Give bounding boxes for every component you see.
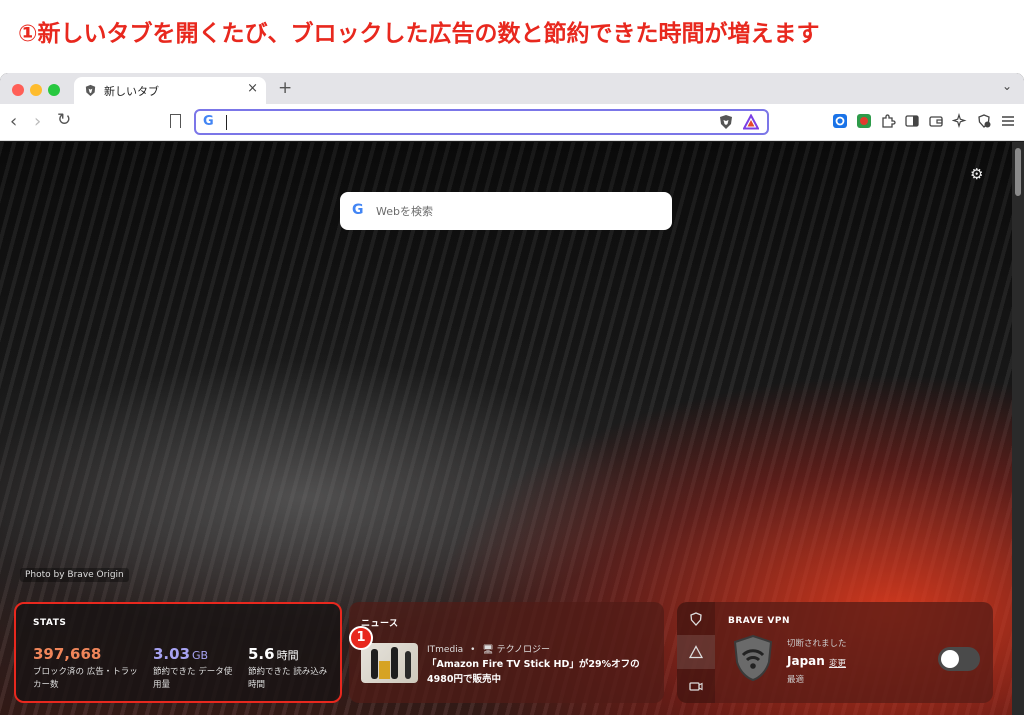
stat-label: 節約できた 読み込み時間 xyxy=(248,667,328,690)
address-bar[interactable]: G xyxy=(194,109,769,135)
bookmark-icon[interactable] xyxy=(170,114,181,128)
stat-value: 5.6 xyxy=(248,645,275,663)
stats-widget: STATS 397,668 ブロック済の 広告・トラッカー数 3.03 GB 節約… xyxy=(14,602,342,703)
stat-value: 397,668 xyxy=(33,645,102,663)
news-thumbnail[interactable] xyxy=(361,643,418,683)
news-category: テクノロジー xyxy=(496,645,551,655)
brave-rewards-icon[interactable] xyxy=(743,114,759,130)
minimize-window-button[interactable] xyxy=(30,84,42,96)
vpn-toggle[interactable] xyxy=(938,647,980,671)
scrollbar[interactable] xyxy=(1012,142,1024,715)
back-button[interactable]: ‹ xyxy=(10,111,17,132)
remote-shape xyxy=(405,651,411,679)
toolbar: ‹ › ↻ G xyxy=(0,104,1024,141)
scroll-thumb[interactable] xyxy=(1015,148,1021,196)
toggle-knob xyxy=(941,650,959,668)
puzzle-icon[interactable] xyxy=(880,113,896,129)
stat-value: 3.03 xyxy=(153,645,191,663)
chevron-down-icon[interactable]: ⌄ xyxy=(1002,79,1012,93)
vpn-wifi-shield-icon xyxy=(733,634,773,682)
remote-shape xyxy=(371,649,378,679)
news-source: ITmedia xyxy=(427,645,464,655)
browser-window: 新しいタブ × + ⌄ ‹ › ↻ G ⚙ G Webを検索 Photo by … xyxy=(0,73,1024,715)
google-icon: G xyxy=(203,114,214,129)
news-widget[interactable]: ニュース 1 ITmedia • 🖥 テクノロジー 「Amazon Fire T… xyxy=(349,602,664,703)
tab-title: 新しいタブ xyxy=(104,85,159,98)
rewards-triangle-icon[interactable] xyxy=(689,645,703,659)
stat-unit: 時間 xyxy=(276,649,299,662)
remote-shape xyxy=(391,647,398,679)
tab-new-tab[interactable]: 新しいタブ × xyxy=(74,77,266,104)
new-tab-page: ⚙ G Photo by Brave Origin STATS 397,668 … xyxy=(0,142,1012,715)
leo-sparkle-icon[interactable] xyxy=(952,113,968,129)
search-input[interactable] xyxy=(376,200,656,222)
maximize-window-button[interactable] xyxy=(48,84,60,96)
reload-button[interactable]: ↻ xyxy=(57,110,71,130)
stat-unit: GB xyxy=(192,649,209,662)
stat-time-saved: 5.6 時間 節約できた 読み込み時間 xyxy=(248,644,334,692)
google-icon: G xyxy=(352,202,364,218)
step-badge: 1 xyxy=(349,626,373,650)
monitor-icon: 🖥 xyxy=(482,645,494,655)
stat-label: 節約できた データ使用量 xyxy=(153,667,233,690)
stat-bandwidth-saved: 3.03 GB 節約できた データ使用量 xyxy=(153,644,239,692)
stat-ads-blocked: 397,668 ブロック済の 広告・トラッカー数 xyxy=(33,644,141,692)
news-meta: ITmedia • 🖥 テクノロジー xyxy=(427,642,550,655)
search-box[interactable]: G xyxy=(340,192,672,230)
extension-green-red-icon[interactable] xyxy=(856,113,872,129)
video-camera-icon[interactable] xyxy=(689,679,703,693)
close-icon[interactable]: × xyxy=(247,81,258,96)
vpn-server: 最適 xyxy=(787,675,805,685)
vpn-shield-icon[interactable] xyxy=(976,113,992,129)
instruction-caption: ①新しいタブを開くたび、ブロックした広告の数と節約できた時間が増えます xyxy=(18,21,820,47)
wallet-icon[interactable] xyxy=(928,113,944,129)
vpn-status: 切断されました xyxy=(787,639,847,649)
box-shape xyxy=(379,661,390,679)
gear-icon[interactable]: ⚙ xyxy=(970,165,983,183)
brave-shields-icon[interactable] xyxy=(719,114,733,130)
vpn-shield-icon[interactable] xyxy=(689,612,703,626)
stats-title: STATS xyxy=(33,618,67,628)
vpn-country: Japan xyxy=(787,654,825,668)
vpn-title: BRAVE VPN xyxy=(728,616,790,626)
vpn-widget: BRAVE VPN 切断されました Japan 変更 最適 xyxy=(677,602,993,703)
menu-icon[interactable] xyxy=(1000,113,1016,129)
new-tab-button[interactable]: + xyxy=(278,78,292,98)
separator-dot: • xyxy=(470,645,476,655)
close-window-button[interactable] xyxy=(12,84,24,96)
text-caret xyxy=(226,115,227,130)
brave-lion-icon xyxy=(85,84,96,97)
news-headline[interactable]: 「Amazon Fire TV Stick HD」が29%オフの4980円で販売… xyxy=(427,657,657,687)
extension-blue-gear-icon[interactable] xyxy=(832,113,848,129)
widget-switcher xyxy=(677,602,715,703)
forward-button[interactable]: › xyxy=(34,111,41,132)
stat-label: ブロック済の 広告・トラッカー数 xyxy=(33,667,138,690)
photo-credit[interactable]: Photo by Brave Origin xyxy=(20,568,129,582)
tab-bar: 新しいタブ × + ⌄ xyxy=(0,73,1024,104)
vpn-change-link[interactable]: 変更 xyxy=(829,657,846,669)
sidebar-icon[interactable] xyxy=(904,113,920,129)
